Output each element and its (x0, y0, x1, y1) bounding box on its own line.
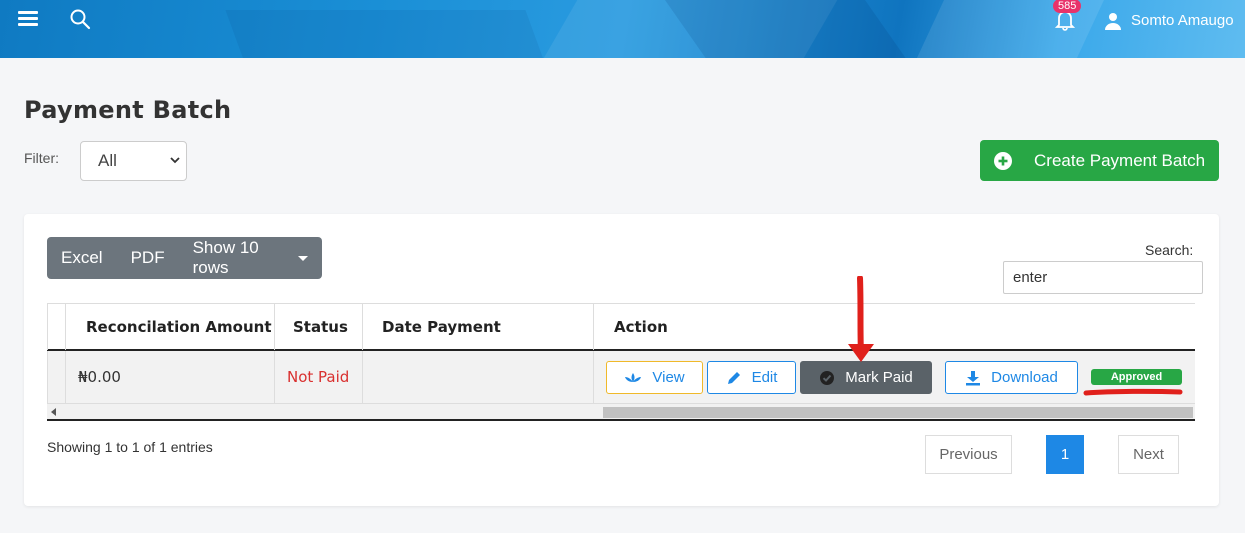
hamburger-menu-icon[interactable] (18, 11, 38, 27)
chevron-down-icon (170, 157, 180, 164)
column-header-status[interactable]: Status (274, 304, 362, 350)
notification-count-badge: 585 (1053, 0, 1082, 13)
user-name[interactable]: Somto Amaugo (1131, 12, 1234, 29)
previous-label: Previous (939, 446, 998, 463)
table-header-row: Reconcilation Amount Status Date Payment… (47, 303, 1195, 382)
export-button-group: Excel PDF Show 10 rows (47, 237, 322, 279)
column-header-hidden (47, 304, 65, 350)
date-payment-completed-cell (362, 351, 593, 403)
view-button[interactable]: View (606, 361, 703, 394)
search-label: Search: (1145, 242, 1194, 258)
mark-paid-label: Mark Paid (845, 369, 913, 386)
column-header-reconciliation-amount[interactable]: Reconcilation Amount (65, 304, 274, 350)
caret-down-icon (298, 255, 308, 261)
edit-button[interactable]: Edit (707, 361, 796, 394)
download-icon (966, 370, 981, 385)
approved-status-badge: Approved (1091, 369, 1182, 385)
user-avatar-icon[interactable] (1105, 12, 1121, 30)
table-search-input[interactable] (1003, 261, 1203, 294)
reconciliation-amount-cell: ₦0.00 (65, 351, 274, 403)
create-button-label: Create Payment Batch (1034, 150, 1206, 170)
create-payment-batch-button[interactable]: Create Payment Batch (980, 140, 1219, 181)
column-header-action[interactable]: Action (593, 304, 1195, 350)
lotus-view-icon (625, 372, 642, 382)
show-rows-dropdown[interactable]: Show 10 rows (179, 237, 322, 279)
excel-export-button[interactable]: Excel (47, 237, 117, 279)
status-cell: Not Paid (274, 351, 362, 403)
annotation-arrow-icon (848, 276, 874, 362)
filter-selected-value: All (98, 151, 117, 170)
download-button[interactable]: Download (945, 361, 1078, 394)
edit-label: Edit (751, 369, 778, 386)
page-number-label: 1 (1060, 446, 1070, 463)
pagination-page-1[interactable]: 1 (1046, 435, 1084, 474)
horizontal-scrollbar[interactable] (47, 404, 1195, 421)
show-rows-label: Show 10 rows (192, 238, 259, 277)
plus-circle-icon (994, 151, 1012, 170)
pdf-label: PDF (130, 248, 165, 267)
page-title: Payment Batch (24, 96, 232, 124)
pencil-icon (727, 371, 740, 384)
excel-label: Excel (61, 248, 103, 267)
search-icon[interactable] (69, 8, 91, 30)
annotation-underline-icon (1083, 388, 1183, 396)
table-row: ₦0.00 Not Paid View Edit Mark Paid Downl… (47, 351, 1195, 404)
data-table: Reconcilation Amount Status Date Payment… (47, 303, 1195, 422)
pagination-previous-button[interactable]: Previous (925, 435, 1012, 474)
scroll-left-arrow-icon[interactable] (51, 408, 56, 416)
column-header-date-payment-completed[interactable]: Date Payment Completed (362, 304, 593, 382)
entries-info: Showing 1 to 1 of 1 entries (47, 439, 213, 455)
pdf-export-button[interactable]: PDF (117, 237, 179, 279)
check-circle-icon (820, 370, 835, 385)
hidden-cell (47, 351, 65, 403)
next-label: Next (1133, 446, 1164, 463)
filter-select[interactable]: All (80, 141, 187, 181)
view-label: View (652, 369, 685, 386)
download-label: Download (991, 369, 1058, 386)
filter-label: Filter: (24, 150, 59, 166)
pagination-next-button[interactable]: Next (1118, 435, 1179, 474)
scrollbar-thumb[interactable] (603, 407, 1193, 418)
